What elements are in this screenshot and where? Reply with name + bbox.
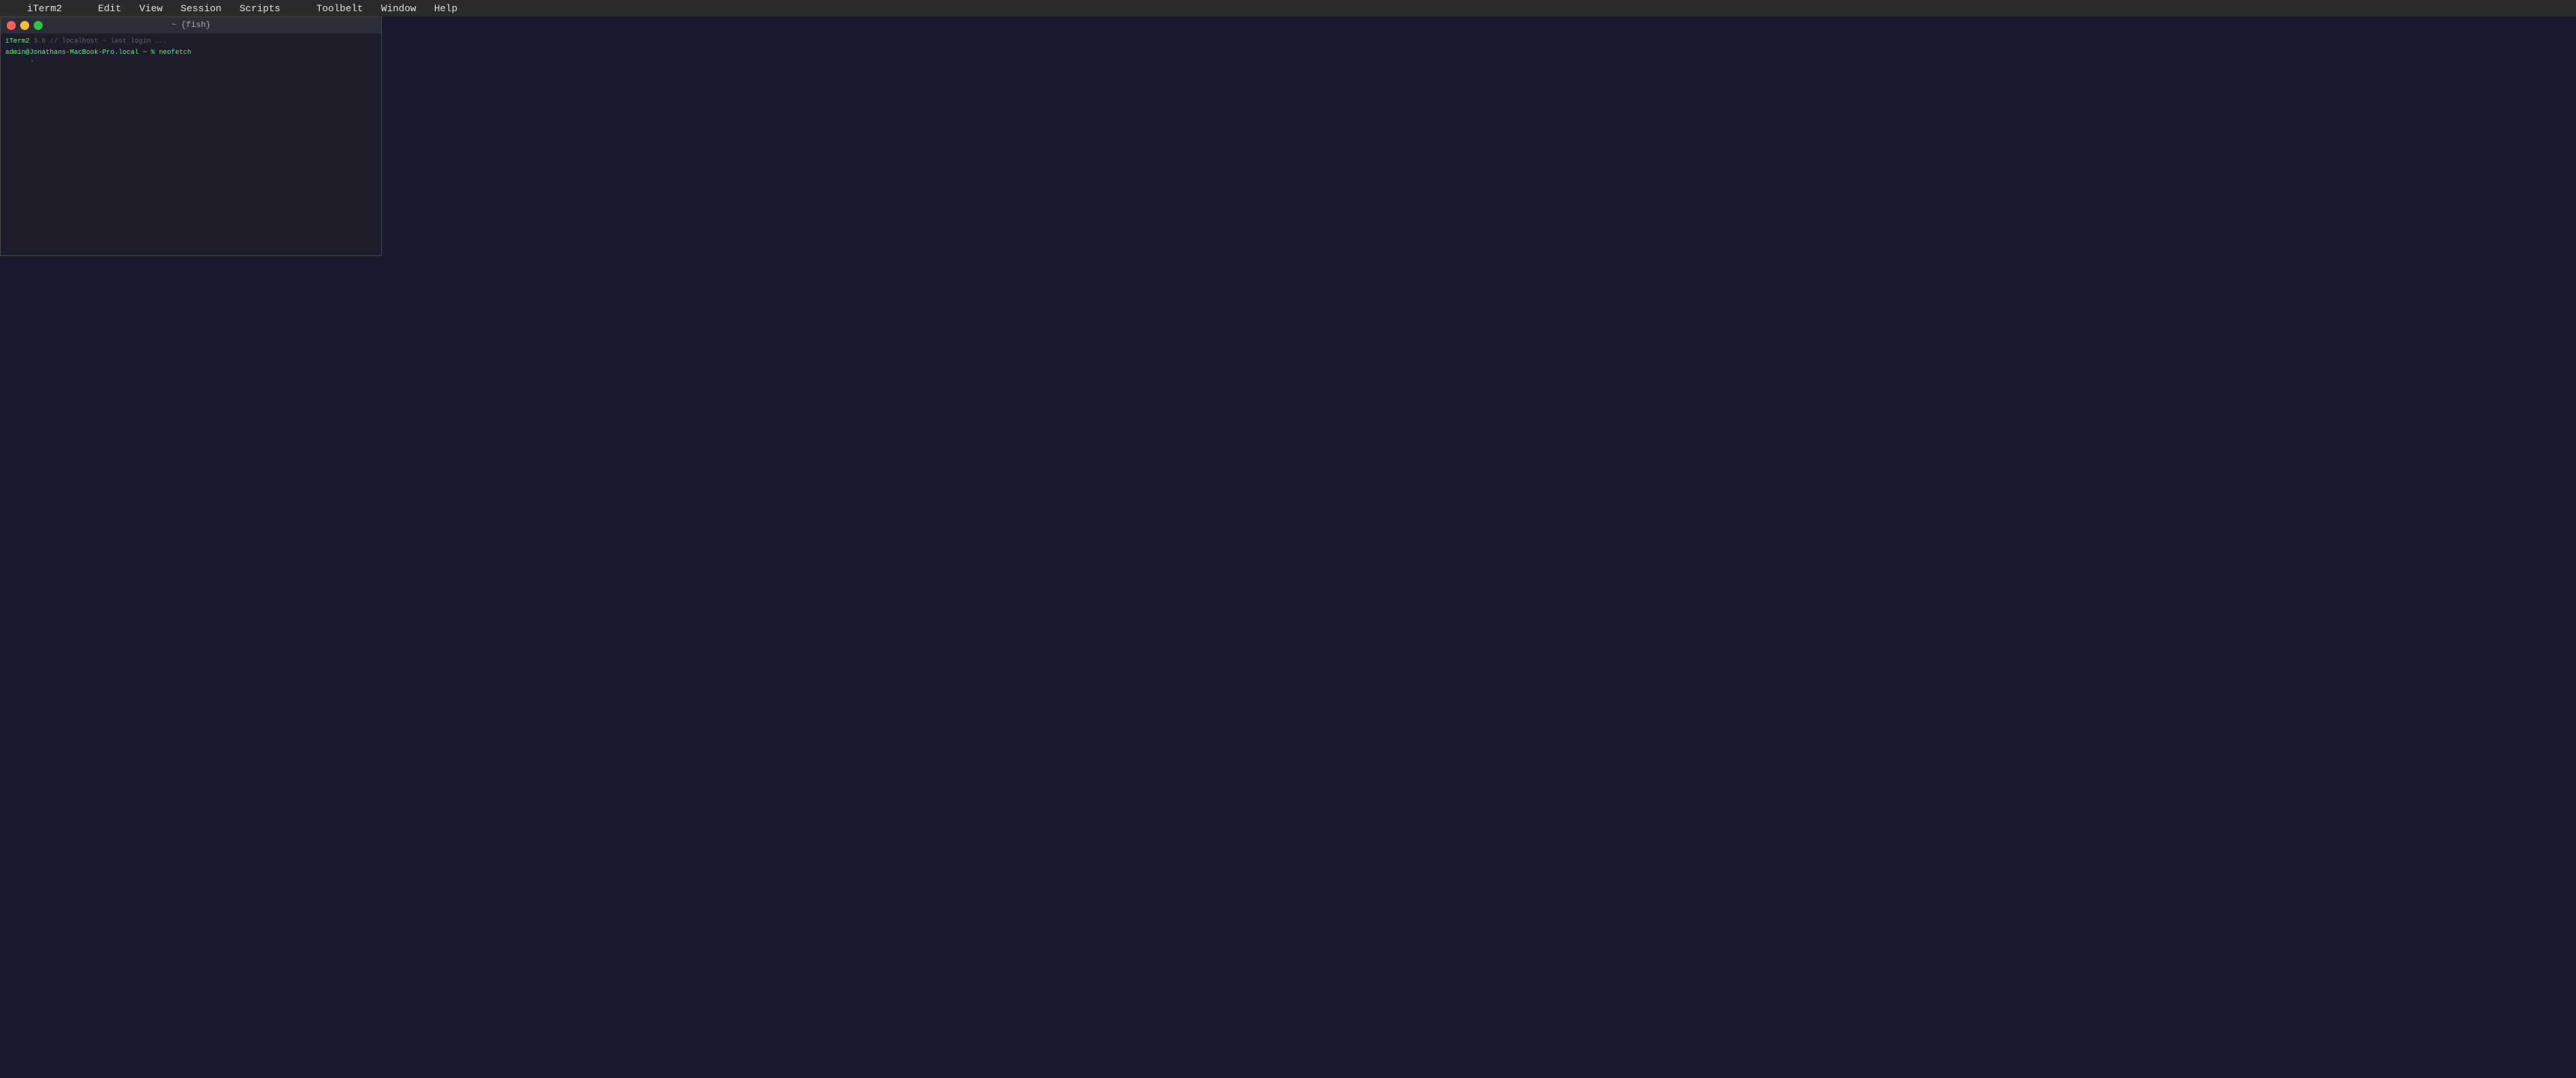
menubar: iTerm2 Edit View Session Scripts Toolbel… bbox=[0, 0, 2576, 16]
neofetch-output: . bbox=[5, 57, 377, 64]
neofetch-ascii-art: . bbox=[5, 57, 34, 64]
menu-view[interactable]: View bbox=[136, 3, 165, 14]
terminal-title: ~ {fish} bbox=[171, 21, 211, 30]
terminal-content-neofetch: iTerm2 3.0 // localhost ~ last login ...… bbox=[1, 34, 381, 255]
menu-edit[interactable]: Edit bbox=[95, 3, 124, 14]
close-btn[interactable] bbox=[7, 21, 16, 30]
menu-window[interactable]: Window bbox=[378, 3, 419, 14]
minimize-btn[interactable] bbox=[20, 21, 29, 30]
terminal-title-bar-left-top: ~ {fish} bbox=[1, 17, 381, 34]
menu-iterm2[interactable]: iTerm2 bbox=[24, 3, 65, 14]
menu-scripts[interactable]: Scripts bbox=[237, 3, 284, 14]
menu-toolbelt[interactable]: Toolbelt bbox=[313, 3, 365, 14]
terminal-header-info: iTerm2 3.0 // localhost ~ last login ... bbox=[5, 37, 377, 46]
menu-help[interactable]: Help bbox=[431, 3, 461, 14]
neofetch-prompt: admin@Jonathans-MacBook-Pro.local ~ % ne… bbox=[5, 48, 377, 58]
window-controls[interactable] bbox=[7, 21, 43, 30]
maximize-btn[interactable] bbox=[34, 21, 43, 30]
terminal-left-top: ~ {fish} iTerm2 3.0 // localhost ~ last … bbox=[0, 16, 382, 256]
menu-session[interactable]: Session bbox=[177, 3, 225, 14]
